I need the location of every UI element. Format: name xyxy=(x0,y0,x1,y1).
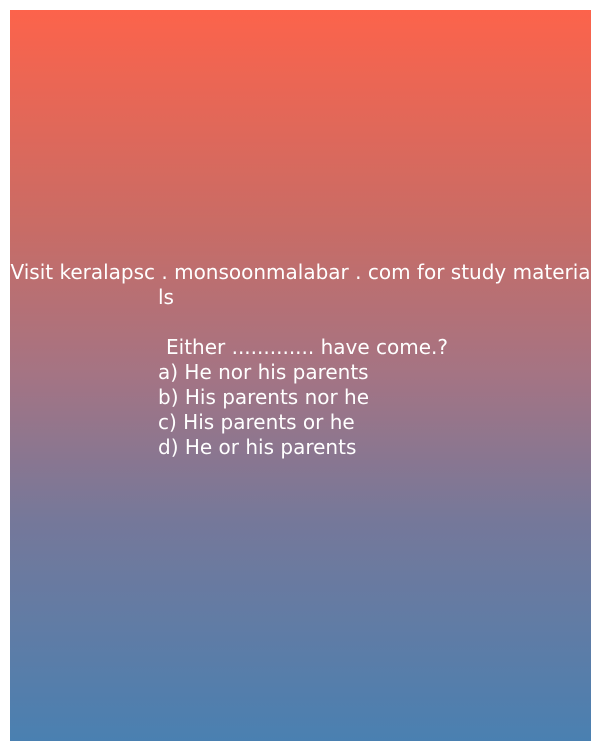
gradient-card: Visit keralapsc . monsoonmalabar . com f… xyxy=(10,10,591,741)
option-a-label: a) xyxy=(158,360,179,384)
option-b-text: His parents nor he xyxy=(184,385,370,409)
option-d-text: He or his parents xyxy=(184,435,357,459)
question-card-content: Visit keralapsc . monsoonmalabar . com f… xyxy=(10,260,591,460)
promo-text-line1: Visit keralapsc . monsoonmalabar . com f… xyxy=(10,260,591,284)
option-c-label: c) xyxy=(158,410,177,434)
option-d-label: d) xyxy=(158,435,179,459)
option-d: d) He or his parents xyxy=(10,435,591,460)
option-a: a) He nor his parents xyxy=(10,360,591,385)
option-b-label: b) xyxy=(158,385,179,409)
option-c: c) His parents or he xyxy=(10,410,591,435)
option-b: b) His parents nor he xyxy=(10,385,591,410)
promo-text-line2: ls xyxy=(158,285,174,309)
option-c-text: His parents or he xyxy=(183,410,355,434)
question-text: Either ............. have come.? xyxy=(166,335,449,359)
option-a-text: He nor his parents xyxy=(184,360,369,384)
